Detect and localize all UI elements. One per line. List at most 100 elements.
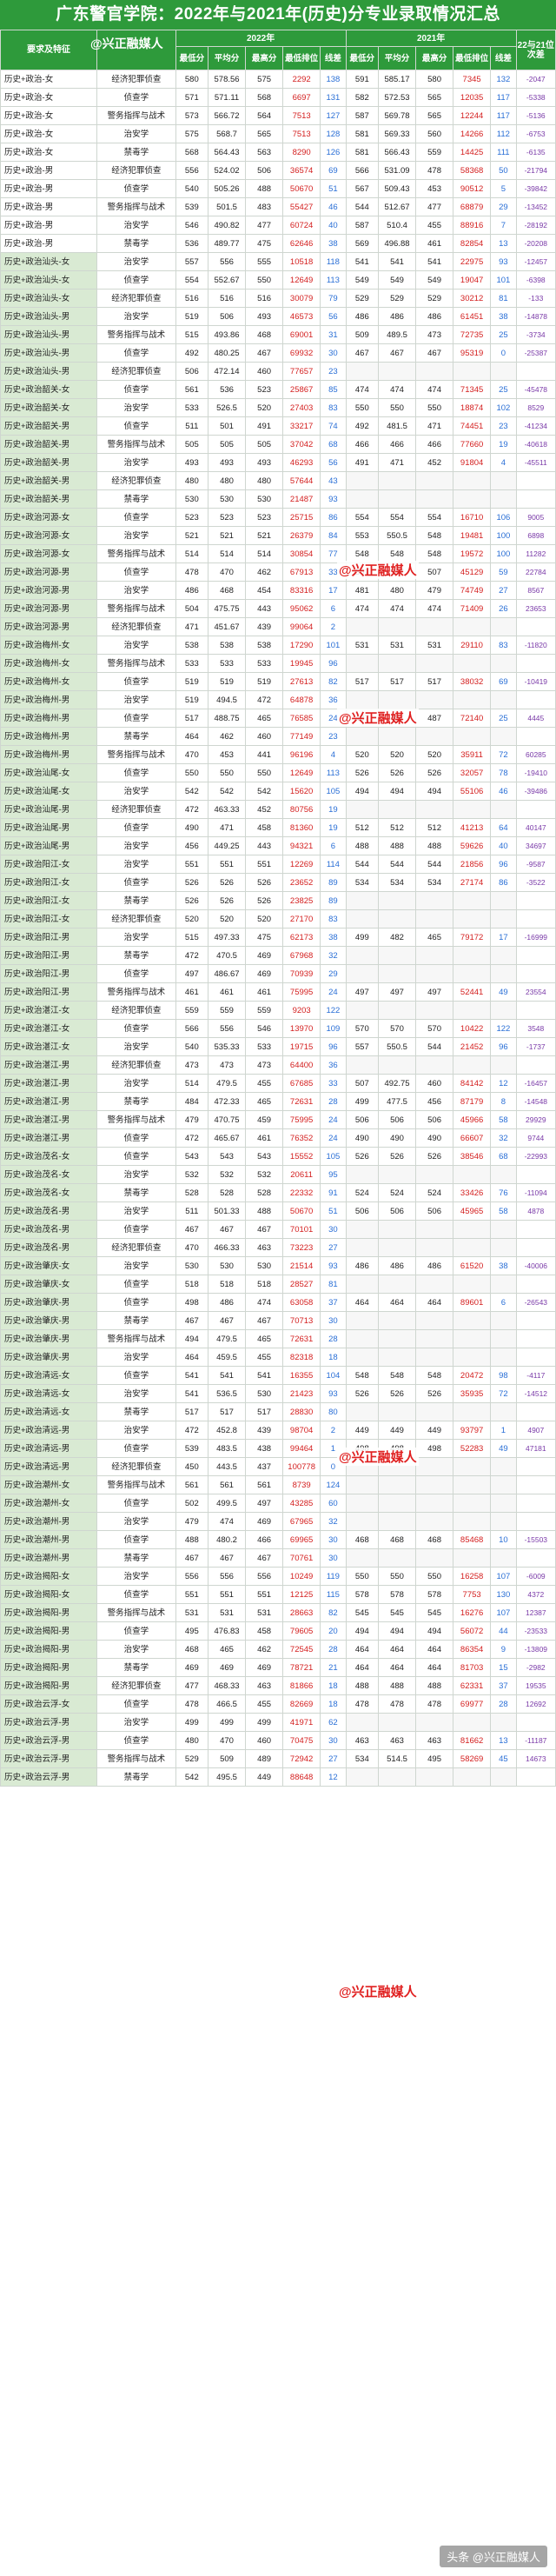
avg-score-2021: 549	[377, 270, 417, 290]
avg-score-2022: 466.33	[208, 1238, 247, 1257]
line-diff-2022: 93	[320, 1256, 347, 1275]
max-score-2022: 483	[245, 197, 284, 216]
avg-score-2021: 486	[377, 1256, 417, 1275]
major-cell: 治安学	[96, 1713, 176, 1732]
table-row: 历史+政治-男 经济犯罪侦查 556 524.02 506 36574 69 566 531.0…	[0, 161, 556, 180]
min-rank-2022: 72631	[282, 1329, 321, 1348]
min-rank-2021	[453, 489, 492, 509]
line-diff-2021	[490, 1713, 517, 1732]
min-score-2022: 511	[175, 1201, 209, 1221]
max-score-2021: 548	[415, 544, 454, 563]
major-cell: 侦查学	[96, 416, 176, 436]
line-diff-2022: 82	[320, 1603, 347, 1622]
min-rank-2022: 7513	[282, 106, 321, 125]
avg-score-2021: 480	[377, 581, 417, 600]
line-diff-2022: 18	[320, 1676, 347, 1695]
min-rank-2021	[453, 617, 492, 636]
major-cell: 经济犯罪侦查	[96, 362, 176, 381]
table-row: 历史+政治-女 治安学 575 568.7 565 7513 128 581 569.33 560…	[0, 124, 556, 143]
major-cell: 警务指挥与战术	[96, 1110, 176, 1129]
avg-score-2021: 550	[377, 1567, 417, 1586]
max-score-2021	[415, 362, 454, 381]
min-score-2022: 523	[175, 508, 209, 527]
rank-diff-cell	[515, 1475, 556, 1494]
major-cell: 侦查学	[96, 964, 176, 983]
major-cell: 治安学	[96, 453, 176, 472]
line-diff-2021: 83	[490, 636, 517, 655]
max-score-2021: 464	[415, 1293, 454, 1312]
line-diff-2021: 19	[490, 435, 517, 454]
min-rank-2022: 70939	[282, 964, 321, 983]
avg-score-2021: 570	[377, 1019, 417, 1038]
rank-diff-cell	[515, 800, 556, 819]
rank-diff-cell: 19535	[515, 1676, 556, 1695]
requirement-cell: 历史+政治-女	[0, 88, 98, 107]
requirement-cell: 历史+政治河源-男	[0, 562, 98, 582]
min-rank-2022: 20611	[282, 1165, 321, 1184]
rank-diff-cell	[515, 1238, 556, 1257]
min-rank-2022: 69965	[282, 1530, 321, 1549]
avg-score-2021	[377, 362, 417, 381]
line-diff-2021: 122	[490, 1019, 517, 1038]
min-score-2022: 530	[175, 489, 209, 509]
table-row: 历史+政治阳江-女 侦查学 526 526 526 23652 89 534 534 534 271…	[0, 873, 556, 892]
line-diff-2021: 50	[490, 161, 517, 180]
line-diff-2022: 38	[320, 234, 347, 253]
max-score-2021: 471	[415, 416, 454, 436]
line-diff-2021	[490, 946, 517, 965]
table-row: 历史+政治清远-女 治安学 541 536.5 530 21423 93 526 526 526 3…	[0, 1384, 556, 1403]
rank-diff-cell: -6398	[515, 270, 556, 290]
min-score-2022: 542	[175, 1767, 209, 1787]
avg-score-2021: 494	[377, 1621, 417, 1641]
table-row: 历史+政治肇庆-男 禁毒学 467 467 467 70713 30	[0, 1311, 556, 1330]
rank-diff-cell: -28192	[515, 216, 556, 235]
min-score-2021: 463	[345, 1731, 380, 1750]
min-score-2021	[345, 471, 380, 490]
line-diff-2021: 27	[490, 581, 517, 600]
max-score-2021	[415, 1512, 454, 1531]
max-score-2021: 490	[415, 1128, 454, 1148]
min-rank-2021: 19047	[453, 270, 492, 290]
min-score-2021: 526	[345, 1147, 380, 1166]
avg-score-2022: 519	[208, 672, 247, 691]
table-row: 历史+政治清远-女 禁毒学 517 517 517 28830 80	[0, 1402, 556, 1421]
min-score-2021: 545	[345, 1603, 380, 1622]
avg-score-2021	[377, 1238, 417, 1257]
line-diff-2022: 96	[320, 654, 347, 673]
sub-header-2022: 最高分	[245, 46, 284, 70]
line-diff-2022: 56	[320, 453, 347, 472]
min-score-2022: 490	[175, 818, 209, 837]
min-rank-2021	[453, 1767, 492, 1787]
max-score-2022: 520	[245, 909, 284, 929]
min-score-2021: 526	[345, 763, 380, 782]
avg-score-2022: 470.75	[208, 1110, 247, 1129]
min-score-2022: 497	[175, 964, 209, 983]
max-score-2021: 548	[415, 1366, 454, 1385]
avg-score-2021	[377, 1713, 417, 1732]
min-rank-2022: 12269	[282, 855, 321, 874]
avg-score-2021: 466	[377, 435, 417, 454]
requirement-cell: 历史+政治云浮-女	[0, 1694, 98, 1714]
max-score-2022: 460	[245, 1731, 284, 1750]
avg-score-2022: 474	[208, 1512, 247, 1531]
rank-diff-cell: -6135	[515, 143, 556, 162]
table-row: 历史+政治韶关-男 警务指挥与战术 505 505 505 37042 68 466 466 46…	[0, 435, 556, 454]
min-score-2022: 542	[175, 782, 209, 801]
min-rank-2022: 69932	[282, 343, 321, 363]
line-diff-2022: 18	[320, 1694, 347, 1714]
max-score-2021: 544	[415, 1037, 454, 1056]
table-row: 历史+政治河源-男 警务指挥与战术 504 475.75 443 95062 6 474 474…	[0, 599, 556, 618]
max-score-2022: 533	[245, 1037, 284, 1056]
line-diff-2021	[490, 1348, 517, 1367]
line-diff-2022: 104	[320, 1366, 347, 1385]
max-score-2021	[415, 1001, 454, 1020]
rank-diff-cell	[515, 1494, 556, 1513]
major-cell: 侦查学	[96, 1585, 176, 1604]
min-score-2021: 581	[345, 124, 380, 143]
avg-score-2022: 516	[208, 289, 247, 308]
max-score-2022: 475	[245, 928, 284, 947]
rank-diff-cell: -40618	[515, 435, 556, 454]
major-cell: 禁毒学	[96, 1092, 176, 1111]
requirement-cell: 历史+政治湛江-男	[0, 1074, 98, 1093]
min-rank-2021: 20472	[453, 1366, 492, 1385]
